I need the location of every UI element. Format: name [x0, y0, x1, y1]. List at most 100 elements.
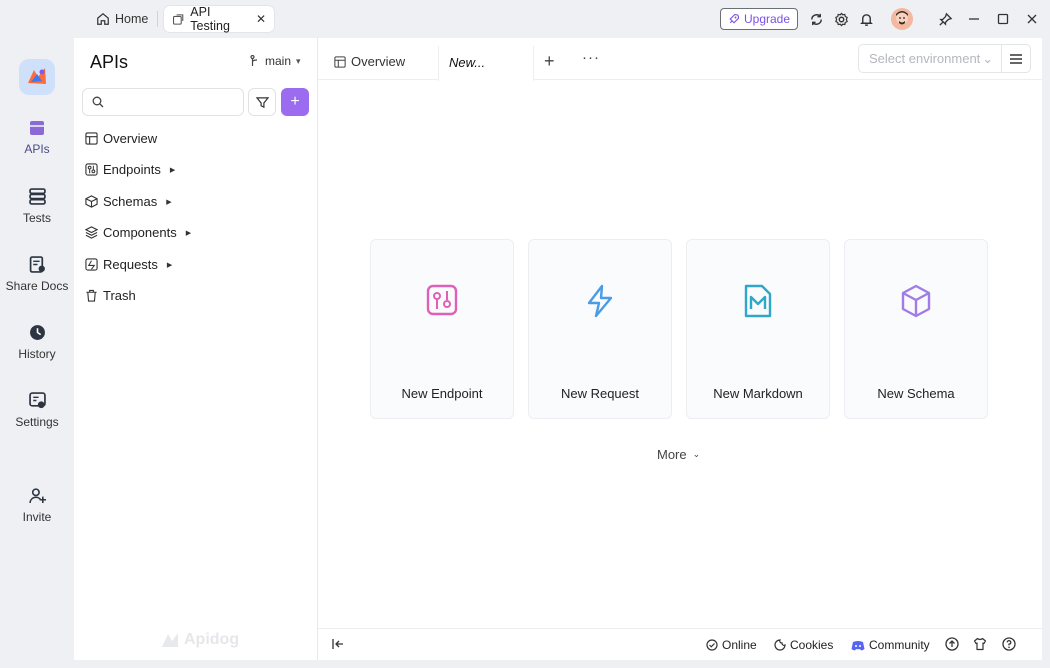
tree-item-schemas[interactable]: Schemas ▶	[85, 194, 172, 209]
environment-placeholder: Select environment	[869, 50, 981, 66]
community-label: Community	[869, 638, 930, 652]
tree-item-label: Overview	[103, 131, 158, 146]
gear-icon[interactable]	[832, 10, 850, 28]
pin-icon[interactable]	[936, 10, 954, 28]
tree-item-requests[interactable]: Requests ▶	[85, 257, 172, 272]
discord-icon	[851, 640, 865, 650]
filter-button[interactable]	[248, 88, 276, 116]
branch-icon	[250, 55, 258, 66]
more-dropdown[interactable]: More ⌄	[657, 447, 700, 462]
tab-divider	[157, 11, 158, 27]
cookie-icon	[774, 639, 786, 651]
tree-item-components[interactable]: Components ▶	[85, 225, 191, 240]
maximize-icon[interactable]	[994, 10, 1012, 28]
panel-title: APIs	[90, 52, 129, 72]
trash-icon	[86, 289, 97, 302]
apis-icon	[30, 121, 44, 135]
rail-item-label: Share Docs	[5, 279, 69, 293]
sync-icon[interactable]	[807, 10, 825, 28]
app-logo	[19, 59, 55, 95]
card-label: New Endpoint	[401, 386, 483, 401]
requests-icon	[85, 258, 98, 271]
rail-item-tests[interactable]: Tests	[0, 188, 74, 225]
tab-api-testing[interactable]: API Testing ✕	[164, 5, 274, 33]
new-tab-plus-icon[interactable]: +	[544, 51, 555, 72]
tree-item-trash[interactable]: Trash	[85, 288, 136, 303]
nav-rail: APIs Tests Share Docs History Settings I…	[0, 38, 74, 668]
rail-item-settings[interactable]: Settings	[0, 392, 74, 429]
tree-item-label: Endpoints	[103, 162, 161, 177]
collapse-sidebar-icon[interactable]	[332, 638, 344, 653]
cookies-label: Cookies	[790, 638, 834, 652]
caret-right-icon[interactable]: ▶	[166, 198, 171, 206]
new-markdown-card[interactable]: New Markdown	[686, 239, 830, 419]
card-label: New Markdown	[713, 386, 803, 401]
shirt-icon[interactable]	[973, 637, 987, 654]
new-schema-card[interactable]: New Schema	[844, 239, 988, 419]
hamburger-icon	[1010, 53, 1023, 64]
tab-new[interactable]: New...	[438, 46, 534, 81]
help-icon[interactable]	[1002, 637, 1016, 654]
upgrade-button[interactable]: Upgrade	[720, 8, 798, 30]
endpoints-icon	[85, 163, 98, 176]
filter-icon	[255, 96, 269, 108]
invite-icon	[28, 488, 46, 504]
tree-item-label: Components	[103, 225, 177, 240]
new-request-card[interactable]: New Request	[528, 239, 672, 419]
search-input[interactable]	[110, 95, 240, 109]
tree-item-label: Schemas	[103, 194, 158, 209]
window-close-icon[interactable]	[1023, 10, 1041, 28]
settings-icon	[28, 392, 46, 409]
search-box[interactable]	[82, 88, 244, 116]
card-label: New Schema	[877, 386, 955, 401]
branch-label: main	[265, 54, 292, 68]
more-options-icon[interactable]: ···	[582, 49, 600, 66]
layers-icon	[85, 226, 98, 239]
community-button[interactable]: Community	[851, 638, 930, 652]
caret-right-icon[interactable]: ▶	[167, 261, 172, 269]
home-icon	[97, 12, 109, 25]
endpoint-icon	[426, 284, 458, 316]
chevron-down-icon: ▾	[296, 55, 301, 66]
add-button[interactable]: +	[281, 88, 309, 116]
home-tab[interactable]: Home	[88, 7, 156, 31]
share-docs-icon	[29, 256, 45, 273]
tab-api-testing-label: API Testing	[190, 5, 230, 33]
tree-item-endpoints[interactable]: Endpoints ▶	[85, 162, 175, 177]
tree-item-label: Requests	[103, 257, 158, 272]
search-icon	[92, 96, 104, 108]
caret-right-icon[interactable]: ▶	[186, 229, 191, 237]
cube-icon	[85, 195, 98, 208]
bell-icon[interactable]	[857, 10, 875, 28]
home-tab-label: Home	[115, 12, 149, 26]
rail-item-apis[interactable]: APIs	[0, 120, 74, 156]
close-icon[interactable]: ✕	[256, 12, 266, 26]
apidog-watermark: Apidog	[160, 631, 239, 649]
environment-selector[interactable]: Select environment ⌄	[858, 44, 1031, 73]
plus-icon: +	[290, 93, 300, 110]
rail-item-share-docs[interactable]: Share Docs	[0, 256, 74, 293]
rail-item-label: Invite	[22, 510, 52, 524]
tree-item-label: Trash	[103, 288, 136, 303]
environment-menu-button[interactable]	[1001, 45, 1030, 72]
status-bar: Online Cookies Community	[318, 628, 1042, 660]
tab-overview[interactable]: Overview	[334, 54, 405, 69]
apidog-logo-icon	[162, 633, 178, 647]
upload-icon[interactable]	[945, 637, 959, 654]
new-endpoint-card[interactable]: New Endpoint	[370, 239, 514, 419]
tree-item-overview[interactable]: Overview	[85, 131, 157, 146]
rail-item-history[interactable]: History	[0, 324, 74, 361]
online-label: Online	[722, 638, 757, 652]
avatar[interactable]	[891, 8, 913, 30]
rail-item-label: History	[18, 347, 56, 361]
online-status[interactable]: Online	[706, 638, 757, 652]
more-label: More	[657, 447, 687, 462]
minimize-icon[interactable]	[965, 10, 983, 28]
main-content: Overview New... + ··· Select environment…	[318, 38, 1042, 660]
cookies-button[interactable]: Cookies	[774, 638, 833, 652]
rail-item-invite[interactable]: Invite	[0, 487, 74, 524]
caret-right-icon[interactable]: ▶	[170, 166, 175, 174]
chevron-down-icon: ⌄	[692, 449, 701, 459]
chevron-down-icon: ⌄	[982, 50, 994, 66]
branch-selector[interactable]: main ▾	[250, 54, 301, 68]
